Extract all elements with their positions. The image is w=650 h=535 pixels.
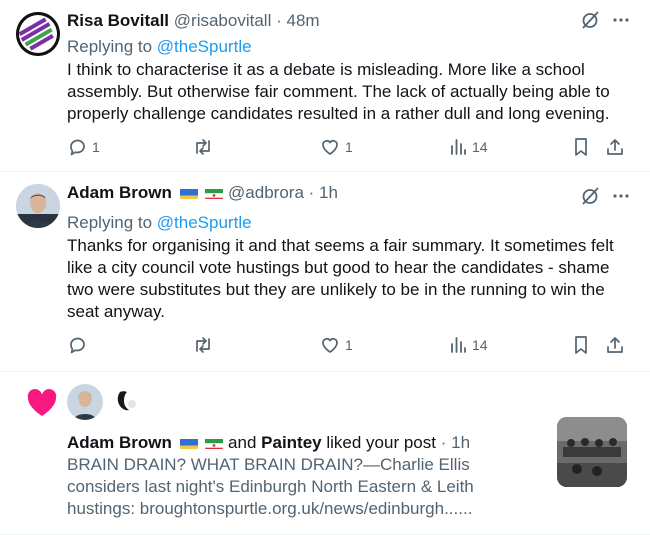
tweet-actions: 1 14 — [67, 335, 637, 359]
tweet-text: I think to characterise it as a debate i… — [67, 60, 610, 123]
reply-button[interactable] — [67, 335, 92, 355]
ukraine-flag-icon — [179, 186, 198, 199]
bookmark-icon — [575, 138, 587, 156]
retweet-icon — [196, 337, 210, 353]
timestamp: 1h — [451, 433, 471, 452]
replying-to: Replying to @theSpurtle — [67, 212, 252, 234]
separator: · — [440, 433, 447, 452]
notification-summary: Adam Brown and Paintey liked your post ·… — [67, 432, 470, 454]
bookmark-button[interactable] — [572, 137, 590, 157]
retweet-button[interactable] — [192, 137, 219, 157]
tweet-text: Thanks for organising it and that seems … — [67, 236, 614, 321]
replying-to-link[interactable]: @theSpurtle — [157, 213, 252, 232]
reply-icon — [70, 139, 85, 156]
replying-to: Replying to @theSpurtle — [67, 36, 252, 58]
tweet-header: Adam Brown @adbrora · 1h — [67, 182, 338, 204]
share-button[interactable] — [605, 137, 625, 157]
share-icon — [607, 139, 623, 155]
grok-icon[interactable] — [580, 186, 600, 206]
reply-count: 1 — [92, 139, 100, 155]
post-thumbnail[interactable] — [557, 417, 627, 487]
view-count: 14 — [472, 337, 488, 353]
tweet-adam[interactable]: Adam Brown @adbrora · 1h Replying to @th… — [0, 172, 650, 372]
iran-flag-icon — [205, 186, 224, 199]
replying-prefix: Replying to — [67, 37, 153, 56]
liker-name-2[interactable]: Paintey — [261, 433, 321, 452]
views-button[interactable]: 14 — [449, 335, 488, 355]
share-icon — [607, 337, 623, 353]
reply-icon — [70, 337, 85, 354]
bookmark-button[interactable] — [572, 335, 590, 355]
avatar[interactable] — [16, 184, 60, 228]
tweet-top-icons — [580, 10, 630, 30]
user-handle[interactable]: @adbrora — [228, 183, 304, 202]
retweet-icon — [196, 139, 210, 155]
ukraine-flag-icon — [179, 436, 198, 449]
tweet-risa[interactable]: Risa Bovitall @risabovitall · 48m Replyi… — [0, 0, 650, 172]
like-count: 1 — [345, 337, 353, 353]
view-count: 14 — [472, 139, 488, 155]
timestamp[interactable]: 48m — [287, 11, 320, 30]
more-icon[interactable] — [612, 11, 630, 29]
separator: · — [308, 183, 315, 202]
conjunction: and — [228, 433, 257, 452]
grok-icon[interactable] — [580, 10, 600, 30]
like-button[interactable]: 1 — [320, 335, 353, 355]
display-name[interactable]: Adam Brown — [67, 183, 172, 202]
views-icon — [451, 337, 466, 353]
user-handle[interactable]: @risabovitall — [174, 11, 272, 30]
views-icon — [451, 139, 466, 155]
reply-button[interactable]: 1 — [67, 137, 100, 157]
liker-name-1[interactable]: Adam Brown — [67, 433, 172, 452]
avatar-adam[interactable] — [67, 384, 103, 420]
separator: · — [276, 11, 282, 30]
tweet-header: Risa Bovitall @risabovitall · 48m — [67, 10, 320, 32]
more-icon[interactable] — [612, 187, 630, 205]
replying-prefix: Replying to — [67, 213, 153, 232]
liked-post-text[interactable]: BRAIN DRAIN? WHAT BRAIN DRAIN?—Charlie E… — [67, 454, 537, 520]
iran-flag-icon — [205, 436, 224, 449]
timestamp[interactable]: 1h — [319, 183, 338, 202]
views-button[interactable]: 14 — [449, 137, 488, 157]
like-button[interactable]: 1 — [320, 137, 353, 157]
tweet-top-icons — [580, 186, 630, 206]
like-notification[interactable]: Adam Brown and Paintey liked your post ·… — [0, 372, 650, 535]
like-icon — [322, 140, 338, 155]
replying-to-link[interactable]: @theSpurtle — [157, 37, 252, 56]
tweet-actions: 1 1 14 — [67, 137, 637, 161]
avatar[interactable] — [16, 12, 60, 56]
like-icon — [322, 338, 338, 353]
retweet-button[interactable] — [192, 335, 219, 355]
bookmark-icon — [575, 336, 587, 354]
notification-action: liked your post — [326, 433, 436, 452]
display-name[interactable]: Risa Bovitall — [67, 11, 169, 30]
share-button[interactable] — [605, 335, 625, 355]
like-count: 1 — [345, 139, 353, 155]
heart-icon — [26, 388, 58, 423]
avatar-paintey[interactable] — [110, 384, 146, 420]
